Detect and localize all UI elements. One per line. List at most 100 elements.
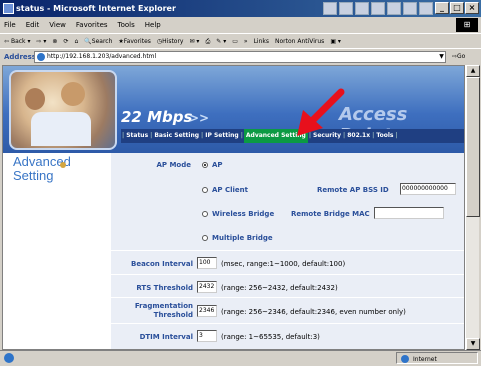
- browser-window: status - Microsoft Internet Explorer _ □…: [0, 0, 481, 364]
- address-text: http://192.168.1.203/advanced.html: [47, 53, 157, 60]
- back-button[interactable]: ⇦ Back ▾: [4, 34, 30, 48]
- divider: [111, 274, 464, 275]
- scroll-thumb[interactable]: [466, 77, 480, 217]
- frag-label: Fragmentation Threshold: [134, 302, 193, 319]
- page-content: 22 Mbps >> Access Point |Status|Basic Se…: [2, 65, 465, 350]
- page-icon: [37, 53, 45, 61]
- remote-bridge-input[interactable]: [374, 207, 444, 219]
- page-status-icon: [4, 353, 14, 363]
- vertical-scrollbar[interactable]: ▲ ▼: [465, 65, 480, 350]
- address-dropdown-icon[interactable]: ▼: [437, 52, 446, 62]
- quick-icon[interactable]: [339, 2, 353, 15]
- beacon-input[interactable]: 100: [197, 257, 217, 269]
- menu-view[interactable]: View: [49, 17, 66, 33]
- address-label: Address: [4, 53, 36, 61]
- windows-logo-icon: ⊞: [456, 18, 478, 32]
- nav-tools[interactable]: Tools: [375, 129, 394, 143]
- forward-arrow-icon: ⇨: [36, 38, 42, 45]
- stop-icon[interactable]: ⊗: [52, 34, 57, 48]
- minimize-icon[interactable]: _: [435, 2, 449, 14]
- nav-status[interactable]: Status: [125, 129, 149, 143]
- dtim-label: DTIM Interval: [139, 333, 193, 341]
- dtim-input[interactable]: 3: [197, 330, 217, 342]
- discuss-icon[interactable]: ▭: [232, 34, 238, 48]
- section-bullet-icon: [60, 162, 66, 168]
- radio-wireless-bridge[interactable]: [202, 211, 208, 217]
- divider: [111, 297, 464, 298]
- nav-ip-setting[interactable]: IP Setting: [204, 129, 239, 143]
- header-banner: 22 Mbps >> Access Point |Status|Basic Se…: [3, 66, 464, 153]
- beacon-hint: (msec, range:1~1000, default:100): [221, 260, 346, 268]
- section-title: Advanced Setting: [13, 154, 71, 183]
- title-bar: status - Microsoft Internet Explorer _ □…: [0, 0, 481, 17]
- globe-icon: [401, 355, 409, 363]
- speed-label: 22 Mbps: [121, 108, 193, 126]
- quick-icon[interactable]: [323, 2, 337, 15]
- go-button[interactable]: ⇨Go: [452, 49, 465, 65]
- quick-icon[interactable]: [419, 2, 433, 15]
- toolbar-chevron-icon[interactable]: »: [244, 34, 248, 48]
- search-button[interactable]: 🔍Search: [84, 34, 112, 48]
- menu-file[interactable]: File: [4, 17, 16, 33]
- close-icon[interactable]: ×: [465, 2, 479, 14]
- speed-arrows: >>: [189, 111, 210, 125]
- radio-ap[interactable]: [202, 162, 208, 168]
- beacon-label: Beacon Interval: [130, 260, 193, 268]
- quick-icon[interactable]: [355, 2, 369, 15]
- home-icon[interactable]: ⌂: [74, 34, 78, 48]
- favorites-button[interactable]: ★Favorites: [118, 34, 151, 48]
- quick-icon[interactable]: [371, 2, 385, 15]
- norton-icon[interactable]: ▣ ▾: [330, 34, 341, 48]
- settings-form: AP Mode AP AP Client Remote AP BSS ID 00…: [111, 153, 464, 349]
- remote-bridge-label: Remote Bridge MAC: [291, 210, 370, 218]
- remote-ap-input[interactable]: 000000000000: [400, 183, 456, 195]
- history-button[interactable]: ◷History: [157, 34, 184, 48]
- window-title: status - Microsoft Internet Explorer: [16, 4, 176, 13]
- mail-icon[interactable]: ✉ ▾: [190, 34, 200, 48]
- edit-icon[interactable]: ✎ ▾: [216, 34, 226, 48]
- rts-hint: (range: 256~2432, default:2432): [221, 284, 338, 292]
- rts-label: RTS Threshold: [136, 284, 193, 292]
- status-bar: Internet: [0, 350, 481, 364]
- refresh-icon[interactable]: ⟳: [63, 34, 68, 48]
- quick-icon[interactable]: [403, 2, 417, 15]
- radio-ap-label: AP: [212, 161, 223, 169]
- quick-icon[interactable]: [387, 2, 401, 15]
- photo-person: [61, 82, 85, 106]
- address-input[interactable]: http://192.168.1.203/advanced.html: [34, 51, 446, 63]
- window-controls: _ □ ×: [435, 2, 479, 14]
- menu-help[interactable]: Help: [145, 17, 161, 33]
- rts-input[interactable]: 2432: [197, 281, 217, 293]
- forward-button[interactable]: ⇨ ▾: [36, 34, 46, 48]
- search-icon: 🔍: [84, 38, 92, 45]
- ie-icon: [3, 3, 14, 14]
- radio-ap-client[interactable]: [202, 187, 208, 193]
- photo-laptop: [31, 112, 91, 146]
- maximize-icon[interactable]: □: [450, 2, 464, 14]
- menu-tools[interactable]: Tools: [118, 17, 135, 33]
- links-button[interactable]: Links: [254, 34, 269, 48]
- scroll-up-icon[interactable]: ▲: [466, 65, 480, 77]
- norton-button[interactable]: Norton AntiVirus: [275, 34, 324, 48]
- taskbar-icons: [323, 2, 433, 15]
- security-zone: Internet: [396, 352, 478, 364]
- annotation-arrow-icon: [297, 88, 345, 136]
- divider: [111, 323, 464, 324]
- radio-ap-client-label: AP Client: [212, 186, 248, 194]
- menu-favorites[interactable]: Favorites: [76, 17, 108, 33]
- frag-hint: (range: 256~2346, default:2346, even num…: [221, 308, 406, 316]
- radio-multiple-bridge[interactable]: [202, 235, 208, 241]
- nav-basic-setting[interactable]: Basic Setting: [153, 129, 200, 143]
- menu-edit[interactable]: Edit: [26, 17, 40, 33]
- dtim-hint: (range: 1~65535, default:3): [221, 333, 320, 341]
- scroll-down-icon[interactable]: ▼: [466, 338, 480, 350]
- ap-mode-label: AP Mode: [156, 161, 191, 169]
- print-icon[interactable]: ⎙: [205, 34, 210, 48]
- toolbar: ⇦ Back ▾ ⇨ ▾ ⊗ ⟳ ⌂ 🔍Search ★Favorites ◷H…: [0, 33, 481, 48]
- frag-input[interactable]: 2346: [197, 305, 217, 317]
- remote-ap-label: Remote AP BSS ID: [317, 186, 389, 194]
- banner-photo: [9, 70, 117, 150]
- back-arrow-icon: ⇦: [4, 38, 10, 45]
- address-bar: Address http://192.168.1.203/advanced.ht…: [0, 48, 481, 64]
- radio-multiple-bridge-label: Multiple Bridge: [212, 234, 273, 242]
